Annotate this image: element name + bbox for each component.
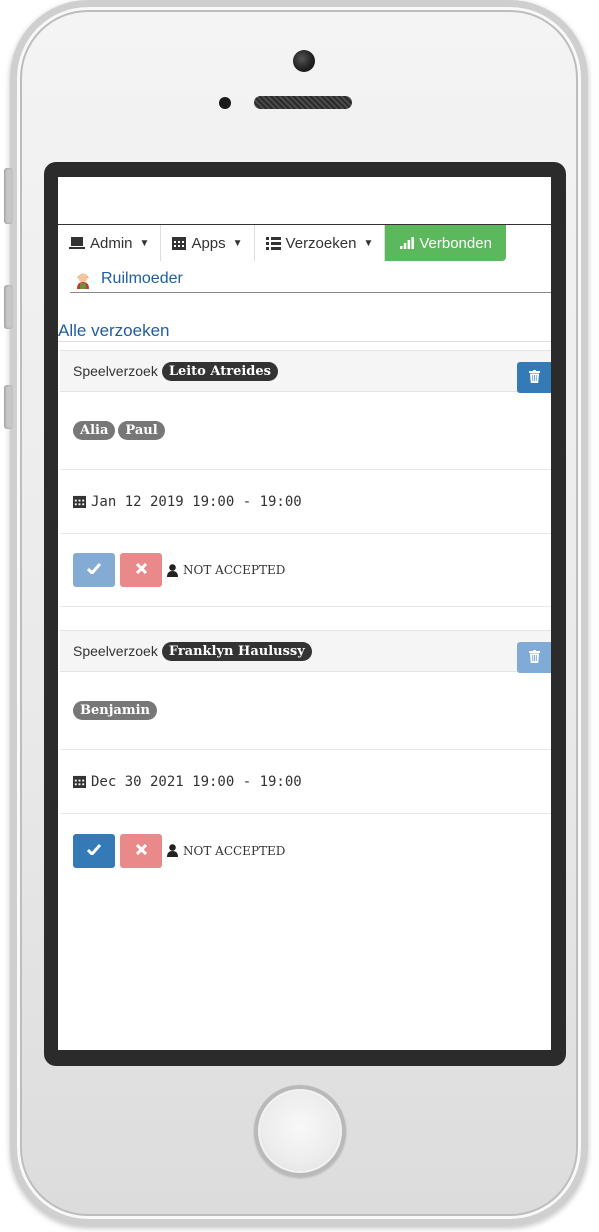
acceptance-status: NOT ACCEPTED <box>183 843 286 858</box>
nav-admin-label: Admin <box>90 234 133 252</box>
screen: Admin ▼ Apps ▼ Verzoeken ▼ Verbonden Rui… <box>58 177 551 1050</box>
title-divider <box>58 341 551 342</box>
request-card-header: Speelverzoek Leito Atreides <box>60 350 551 393</box>
nav-apps-dropdown[interactable]: Apps ▼ <box>161 225 255 261</box>
request-datetime: Dec 30 2021 19:00 - 19:00 <box>91 773 302 790</box>
delete-request-button[interactable] <box>517 642 551 673</box>
trash-icon <box>528 369 540 386</box>
trash-icon <box>528 649 540 666</box>
calendar-icon <box>172 236 187 250</box>
close-icon <box>135 561 147 579</box>
child-badge: Alia <box>73 421 116 440</box>
request-type-label: Speelverzoek <box>73 643 158 659</box>
navbar: Admin ▼ Apps ▼ Verzoeken ▼ Verbonden <box>58 225 506 261</box>
children-row: Alia Paul <box>60 392 551 470</box>
caret-down-icon: ▼ <box>363 237 374 249</box>
request-card: Speelverzoek Leito Atreides Alia Paul Ja… <box>60 350 551 607</box>
check-icon <box>86 842 102 860</box>
request-card: Speelverzoek Franklyn Haulussy Benjamin … <box>60 630 551 887</box>
user-divider <box>70 292 551 293</box>
children-row: Benjamin <box>60 672 551 750</box>
user-name-link[interactable]: Ruilmoeder <box>101 270 183 288</box>
user-icon <box>167 844 178 857</box>
acceptance-status: NOT ACCEPTED <box>183 563 286 577</box>
proximity-sensor <box>219 97 231 109</box>
caret-down-icon: ▼ <box>139 237 150 249</box>
user-row: Ruilmoeder <box>73 265 183 293</box>
home-button[interactable] <box>254 1085 346 1177</box>
close-icon <box>135 842 147 860</box>
request-type-label: Speelverzoek <box>73 363 158 379</box>
laptop-icon <box>69 236 85 250</box>
request-datetime: Jan 12 2019 19:00 - 19:00 <box>91 493 302 510</box>
reject-button[interactable] <box>120 833 162 868</box>
request-card-header: Speelverzoek Franklyn Haulussy <box>60 630 551 673</box>
check-icon <box>86 561 102 579</box>
reject-button[interactable] <box>120 553 162 587</box>
nav-admin-dropdown[interactable]: Admin ▼ <box>58 225 162 261</box>
earpiece-speaker <box>254 96 352 109</box>
nav-requests-label: Verzoeken <box>285 234 357 252</box>
calendar-icon <box>73 495 86 508</box>
list-icon <box>265 236 281 250</box>
actions-row: NOT ACCEPTED <box>60 534 551 607</box>
nav-requests-dropdown[interactable]: Verzoeken ▼ <box>255 225 386 261</box>
connection-status-label: Verbonden <box>419 234 492 252</box>
nav-apps-label: Apps <box>191 234 226 252</box>
child-badge: Paul <box>118 421 165 440</box>
caret-down-icon: ▼ <box>232 237 243 249</box>
delete-request-button[interactable] <box>517 362 551 393</box>
user-avatar-icon <box>73 269 93 289</box>
signal-icon <box>400 237 415 249</box>
page-title: Alle verzoeken <box>58 321 170 340</box>
datetime-row: Dec 30 2021 19:00 - 19:00 <box>60 750 551 814</box>
connection-status: Verbonden <box>385 225 506 261</box>
calendar-icon <box>73 775 86 788</box>
requester-badge: Franklyn Haulussy <box>161 641 312 661</box>
front-camera <box>293 50 315 72</box>
datetime-row: Jan 12 2019 19:00 - 19:00 <box>60 470 551 534</box>
volume-up-button <box>4 285 13 329</box>
mute-switch <box>4 168 13 224</box>
requester-badge: Leito Atreides <box>161 361 278 381</box>
actions-row: NOT ACCEPTED <box>60 814 551 887</box>
child-badge: Benjamin <box>73 701 157 720</box>
accept-button[interactable] <box>73 833 115 868</box>
accept-button[interactable] <box>73 553 115 587</box>
user-icon <box>167 563 178 577</box>
volume-down-button <box>4 385 13 429</box>
